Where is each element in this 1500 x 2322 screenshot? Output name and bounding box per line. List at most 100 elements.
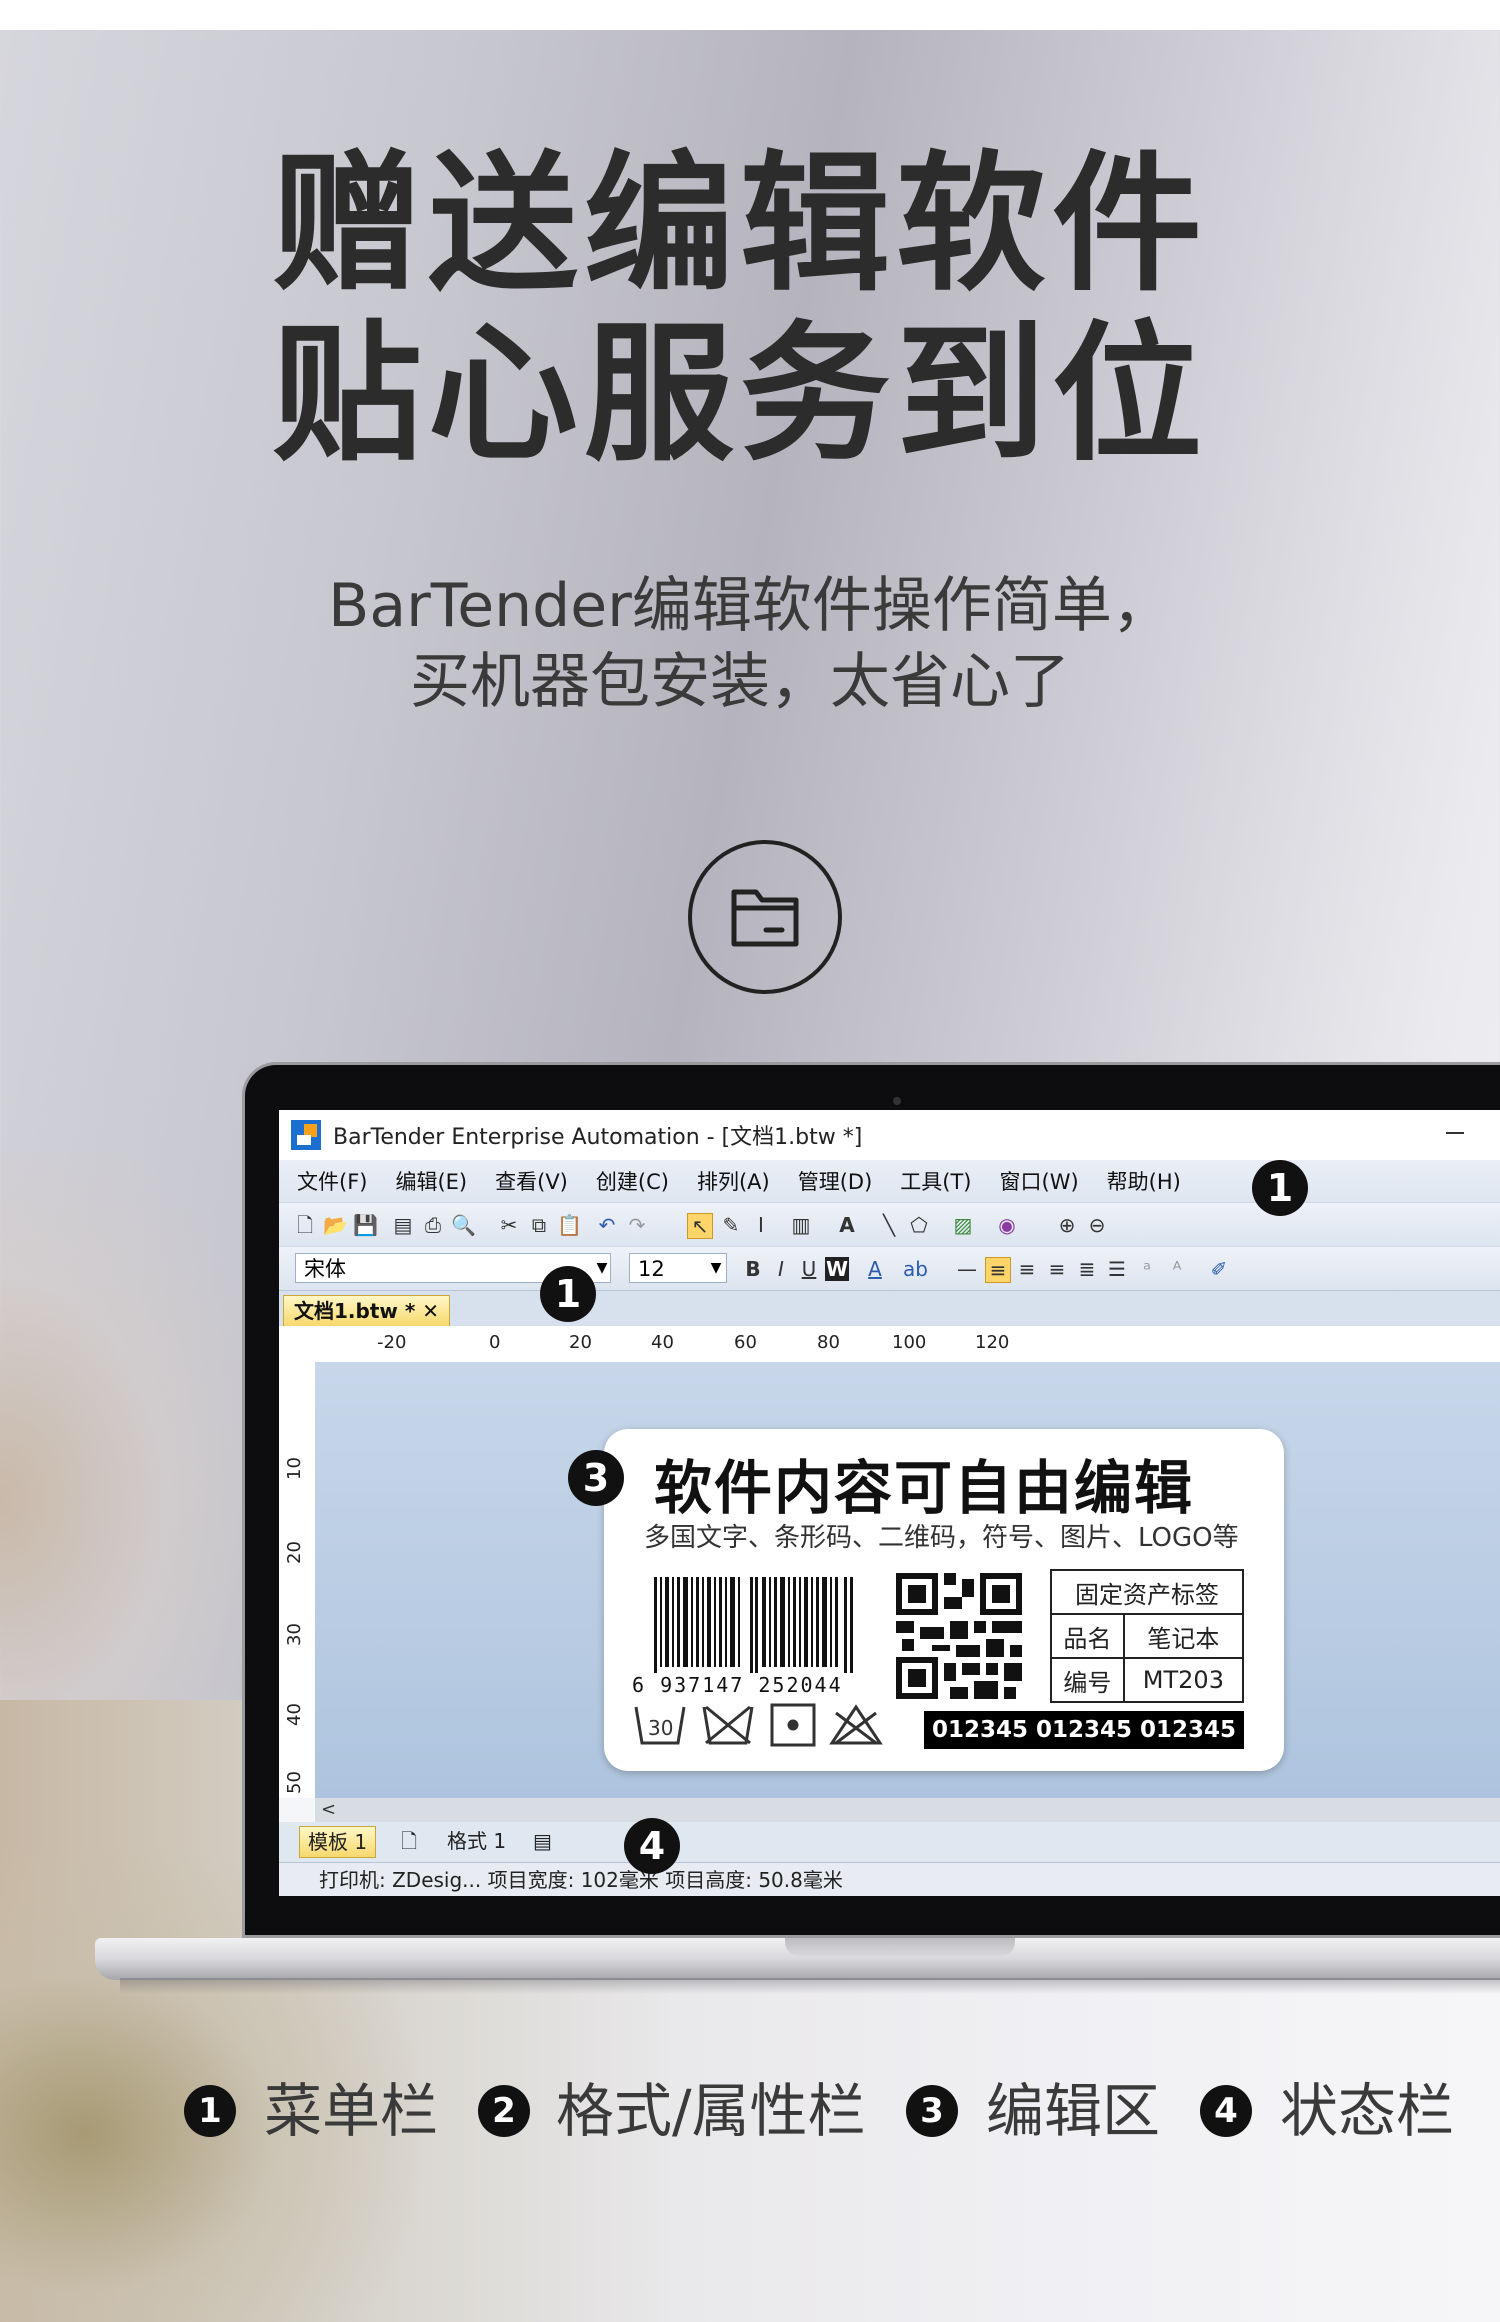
italic-icon[interactable]: I <box>769 1257 793 1281</box>
font-color-icon[interactable]: A <box>863 1257 887 1281</box>
ruler-label: 0 <box>489 1332 501 1353</box>
bold-icon[interactable]: B <box>741 1257 765 1281</box>
zoom-out-icon[interactable]: ⊖ <box>1085 1213 1109 1237</box>
tab-format[interactable]: 格式 1 <box>439 1826 514 1856</box>
qr-code-image <box>896 1573 1022 1699</box>
database-icon[interactable]: ▤ <box>391 1213 415 1237</box>
vertical-ruler: 10 20 30 40 50 <box>279 1362 316 1798</box>
chevron-down-icon[interactable]: ▼ <box>593 1253 611 1283</box>
text-cursor-icon[interactable]: I <box>749 1213 773 1237</box>
copy-icon[interactable]: ⧉ <box>527 1213 551 1237</box>
menu-file[interactable]: 文件(F) <box>297 1166 367 1196</box>
top-white-strip <box>0 0 1500 30</box>
menu-arrange[interactable]: 排列(A) <box>697 1166 770 1196</box>
cut-icon[interactable]: ✂ <box>497 1213 521 1237</box>
legend-number: 4 <box>1200 2085 1252 2137</box>
menu-manage[interactable]: 管理(D) <box>798 1166 873 1196</box>
word-wrap-icon[interactable]: W <box>825 1257 849 1281</box>
legend-status-bar: 状态栏 <box>1280 2077 1455 2145</box>
ruler-label: 80 <box>817 1332 840 1353</box>
redo-icon[interactable]: ↷ <box>625 1213 649 1237</box>
standard-toolbar: 🗋 📂 💾 ▤ ⎙ 🔍 ✂ ⧉ 📋 ↶ ↷ ↖ ✎ I ▥ A ╲ ⬠ ▨ ◉ … <box>279 1202 1500 1247</box>
print-icon[interactable]: ⎙ <box>421 1213 445 1237</box>
ruler-label: 10 <box>283 1457 305 1480</box>
headline-line-1: 赠送编辑软件 <box>271 138 1208 312</box>
menu-tools[interactable]: 工具(T) <box>900 1166 971 1196</box>
asset-cell: 编号 <box>1050 1657 1125 1703</box>
status-bar: 打印机: ZDesig... 项目宽度: 102毫米 项目高度: 50.8毫米 <box>279 1862 1500 1896</box>
menu-edit[interactable]: 编辑(E) <box>395 1166 467 1196</box>
label-title: 软件内容可自由编辑 <box>654 1454 1195 1522</box>
menu-bar: 文件(F) 编辑(E) 查看(V) 创建(C) 排列(A) 管理(D) 工具(T… <box>279 1160 1500 1202</box>
do-not-wash-icon <box>702 1705 754 1745</box>
ruler-label: 30 <box>283 1623 305 1646</box>
camera-icon <box>893 1097 901 1105</box>
chevron-down-icon[interactable]: ▼ <box>707 1253 725 1283</box>
ruler-label: 50 <box>283 1771 305 1794</box>
barcode-number: 6 937147 252044 <box>632 1673 843 1697</box>
headline-line-2: 贴心服务到位 <box>271 308 1208 482</box>
picture-tool-icon[interactable]: ▨ <box>951 1213 975 1237</box>
title-bar: BarTender Enterprise Automation - [文档1.b… <box>279 1110 1500 1160</box>
save-icon[interactable]: 💾 <box>353 1213 378 1237</box>
menu-help[interactable]: 帮助(H) <box>1107 1166 1181 1196</box>
zoom-in-icon[interactable]: ⊕ <box>1055 1213 1079 1237</box>
align-center-icon[interactable]: ≡ <box>1015 1257 1039 1281</box>
number-codes: 012345 012345 012345 <box>924 1711 1244 1749</box>
label-subtitle: 多国文字、条形码、二维码，符号、图片、LOGO等 <box>644 1523 1239 1553</box>
minimize-button[interactable] <box>1446 1132 1464 1134</box>
text-effect-icon[interactable]: ᵃ <box>1135 1257 1159 1281</box>
document-tab[interactable]: 文档1.btw * ✕ <box>283 1295 451 1327</box>
bartender-app-icon <box>291 1120 321 1150</box>
align-right-icon[interactable]: ≡ <box>1045 1257 1069 1281</box>
menu-create[interactable]: 创建(C) <box>596 1166 669 1196</box>
select-pointer-icon[interactable]: ↖ <box>687 1213 713 1239</box>
brush-icon[interactable]: ✎ <box>719 1213 743 1237</box>
add-format-icon[interactable]: ▤ <box>525 1826 560 1856</box>
justify-icon[interactable]: ≣ <box>1075 1257 1099 1281</box>
marker-edit-area: 3 <box>568 1450 624 1506</box>
ruler-label: 20 <box>283 1541 305 1564</box>
folder-icon <box>688 840 842 994</box>
marker-format-bar: 1 <box>540 1266 596 1322</box>
laptop-notch <box>785 1938 1015 1956</box>
line-icon[interactable]: — <box>955 1257 979 1281</box>
align-left-icon[interactable]: ≡ <box>985 1257 1011 1283</box>
asset-cell: 品名 <box>1050 1613 1125 1659</box>
ruler-label: 40 <box>651 1332 674 1353</box>
paste-icon[interactable]: 📋 <box>557 1213 582 1237</box>
line-tool-icon[interactable]: ╲ <box>877 1213 901 1237</box>
horizontal-scrollbar[interactable]: < <box>315 1798 1500 1822</box>
document-tab-strip: 文档1.btw * ✕ <box>279 1290 1500 1327</box>
scroll-left-icon[interactable]: < <box>321 1798 336 1822</box>
underline-icon[interactable]: U <box>797 1257 821 1281</box>
shape-tool-icon[interactable]: ⬠ <box>907 1213 931 1237</box>
menu-view[interactable]: 查看(V) <box>495 1166 568 1196</box>
template-tab-strip: 模板 1 🗋 格式 1 ▤ <box>279 1822 1500 1862</box>
undo-icon[interactable]: ↶ <box>595 1213 619 1237</box>
pen-color-icon[interactable]: ✐ <box>1207 1257 1231 1281</box>
legend-format-bar: 格式/属性栏 <box>556 2077 866 2145</box>
menu-window[interactable]: 窗口(W) <box>1000 1166 1079 1196</box>
asset-cell: MT203 <box>1122 1657 1245 1703</box>
text-arc-icon[interactable]: ᴬ <box>1165 1257 1189 1281</box>
barcode-tool-icon[interactable]: ▥ <box>789 1213 813 1237</box>
new-file-icon[interactable]: 🗋 <box>293 1213 317 1237</box>
tab-template[interactable]: 模板 1 <box>299 1826 377 1858</box>
subtitle-line-2: 买机器包安装，太省心了 <box>410 647 1070 717</box>
marker-menu-bar: 1 <box>1252 1160 1308 1216</box>
open-folder-icon[interactable]: 📂 <box>323 1213 348 1237</box>
format-toolbar: 宋体 ▼ 12 ▼ B I U W A ab — ≡ ≡ ≡ ≣ ☰ ᵃ ᴬ ✐ <box>279 1246 1500 1291</box>
legend-number: 1 <box>184 2085 236 2137</box>
add-template-icon[interactable]: 🗋 <box>393 1826 425 1856</box>
spacing-icon[interactable]: ☰ <box>1105 1257 1129 1281</box>
rfid-tool-icon[interactable]: ◉ <box>995 1213 1019 1237</box>
care-symbols: 30 <box>634 1703 883 1747</box>
print-preview-icon[interactable]: 🔍 <box>451 1213 476 1237</box>
marker-status-bar: 4 <box>624 1818 680 1874</box>
highlight-icon[interactable]: ab <box>903 1257 928 1281</box>
ruler-label: -20 <box>377 1332 407 1353</box>
text-tool-icon[interactable]: A <box>835 1213 859 1237</box>
close-icon[interactable]: ✕ <box>422 1299 439 1323</box>
label-sample: 软件内容可自由编辑 多国文字、条形码、二维码，符号、图片、LOGO等 6 937… <box>604 1429 1284 1771</box>
